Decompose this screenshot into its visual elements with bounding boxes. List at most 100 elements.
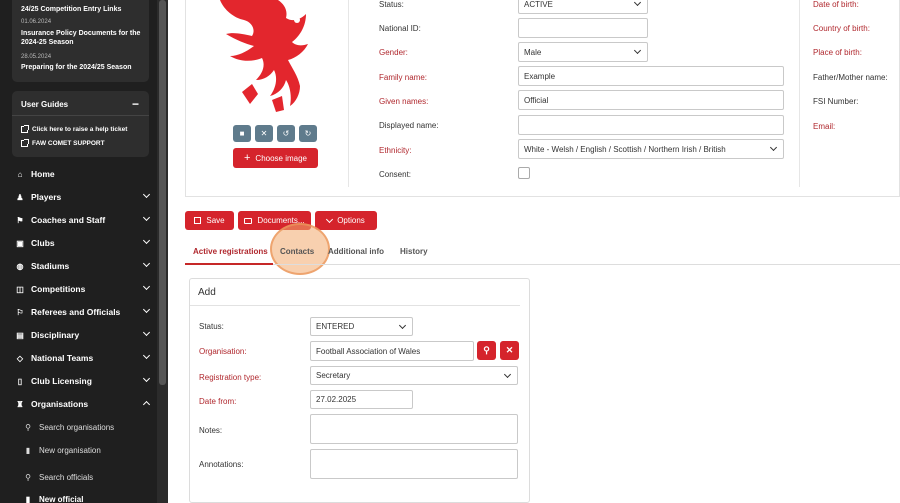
consent-label: Consent: bbox=[379, 170, 412, 179]
nav-label: Stadiums bbox=[31, 261, 70, 271]
notes-textarea[interactable] bbox=[310, 414, 518, 444]
column-divider bbox=[348, 0, 349, 187]
choose-image-button[interactable]: + Choose image bbox=[233, 148, 318, 168]
help-ticket-link[interactable]: Click here to raise a help ticket bbox=[21, 125, 128, 133]
gender-select[interactable]: Male bbox=[518, 42, 648, 62]
chevron-down-icon bbox=[142, 351, 151, 360]
chevron-down-icon bbox=[142, 282, 151, 291]
tab-history[interactable]: History bbox=[400, 247, 428, 256]
organisation-search-button[interactable]: ⚲ bbox=[477, 341, 496, 360]
nav-clubs[interactable]: ▣ Clubs bbox=[0, 233, 155, 253]
nav-referees-and-officials[interactable]: ⚐ Referees and Officials bbox=[0, 302, 155, 322]
disciplinary-icon: ▤ bbox=[16, 330, 24, 340]
nav-club-licensing[interactable]: ▯ Club Licensing bbox=[0, 371, 155, 391]
nav-stadiums[interactable]: ◍ Stadiums bbox=[0, 256, 155, 276]
news-panel: 24/25 Competition Entry Links 01.06.2024… bbox=[12, 0, 149, 82]
organisation-input[interactable]: Football Association of Wales bbox=[310, 341, 474, 361]
add-panel-title: Add bbox=[198, 287, 216, 298]
home-icon: ⌂ bbox=[17, 169, 23, 179]
registration-status-value: ENTERED bbox=[316, 322, 355, 331]
gender-value: Male bbox=[524, 47, 542, 57]
user-guides-panel: User Guides − Click here to raise a help… bbox=[12, 91, 149, 157]
options-label: Options bbox=[337, 216, 365, 225]
tab-additional-info[interactable]: Additional info bbox=[328, 247, 384, 256]
chevron-down-icon bbox=[142, 374, 151, 383]
ethnicity-value: White - Welsh / English / Scottish / Nor… bbox=[524, 144, 726, 154]
nav-disciplinary[interactable]: ▤ Disciplinary bbox=[0, 325, 155, 345]
status-value: ACTIVE bbox=[524, 0, 553, 9]
registration-type-select[interactable]: Secretary bbox=[310, 366, 518, 385]
chevron-down-icon bbox=[142, 259, 151, 268]
remove-image-button[interactable]: ✕ bbox=[255, 125, 273, 142]
nav-label: Players bbox=[31, 192, 62, 202]
nav-label: Search officials bbox=[39, 472, 94, 482]
nav-label: National Teams bbox=[31, 353, 94, 363]
given-names-input[interactable]: Official bbox=[518, 90, 784, 110]
redo-button[interactable]: ↻ bbox=[299, 125, 317, 142]
annotations-label: Annotations: bbox=[199, 460, 244, 469]
tab-contacts[interactable]: Contacts bbox=[280, 247, 314, 256]
sidebar-scrollbar[interactable] bbox=[157, 0, 168, 503]
undo-button[interactable]: ↺ bbox=[277, 125, 295, 142]
news-item-title[interactable]: Preparing for the 2024/25 Season bbox=[21, 63, 132, 72]
nav-players[interactable]: ♟ Players bbox=[0, 187, 155, 207]
sidebar: 24/25 Competition Entry Links 01.06.2024… bbox=[0, 0, 168, 503]
save-icon bbox=[194, 217, 202, 224]
active-tab-indicator bbox=[185, 263, 273, 265]
nav-national-teams[interactable]: ◇ National Teams bbox=[0, 348, 155, 368]
dragon-crest-logo bbox=[220, 0, 308, 112]
players-icon: ♟ bbox=[16, 192, 24, 202]
collapse-icon[interactable]: − bbox=[132, 97, 139, 111]
scrollbar-thumb[interactable] bbox=[159, 0, 166, 385]
registration-type-label: Registration type: bbox=[199, 373, 262, 382]
nav-competitions[interactable]: ◫ Competitions bbox=[0, 279, 155, 299]
options-button[interactable]: Options bbox=[315, 211, 377, 230]
referee-icon: ⚐ bbox=[16, 307, 24, 317]
nav-label: Organisations bbox=[31, 399, 89, 409]
news-item-title[interactable]: 24/25 Competition Entry Links bbox=[21, 5, 121, 14]
nav-new-official[interactable]: ▮ New official bbox=[0, 489, 155, 503]
date-from-input[interactable]: 27.02.2025 bbox=[310, 390, 413, 409]
family-name-label: Family name: bbox=[379, 73, 428, 82]
given-names-value: Official bbox=[524, 95, 549, 105]
nav-new-organisation[interactable]: ▮ New organisation bbox=[0, 440, 155, 460]
nav-search-organisations[interactable]: ⚲ Search organisations bbox=[0, 417, 155, 437]
new-document-icon: ▮ bbox=[25, 494, 31, 503]
nav-home[interactable]: ⌂ Home bbox=[0, 164, 155, 184]
displayed-name-input[interactable] bbox=[518, 115, 784, 135]
organisation-clear-button[interactable]: ✕ bbox=[500, 341, 519, 360]
undo-icon: ↺ bbox=[282, 129, 290, 138]
country-of-birth-label: Country of birth: bbox=[813, 24, 870, 33]
help-ticket-label: Click here to raise a help ticket bbox=[32, 126, 128, 133]
nav-organisations[interactable]: ♜ Organisations bbox=[0, 394, 155, 414]
news-item-title[interactable]: Insurance Policy Documents for the 2024-… bbox=[21, 29, 146, 47]
faw-support-link[interactable]: FAW COMET SUPPORT bbox=[21, 139, 105, 147]
family-name-input[interactable]: Example bbox=[518, 66, 784, 86]
camera-button[interactable]: ■ bbox=[233, 125, 251, 142]
nav-coaches-and-staff[interactable]: ⚑ Coaches and Staff bbox=[0, 210, 155, 230]
annotations-textarea[interactable] bbox=[310, 449, 518, 479]
clubs-icon: ▣ bbox=[16, 238, 24, 248]
notes-label: Notes: bbox=[199, 426, 223, 435]
national-id-input[interactable] bbox=[518, 18, 648, 38]
consent-checkbox[interactable] bbox=[518, 167, 530, 179]
status-select[interactable]: ACTIVE bbox=[518, 0, 648, 14]
nav-search-officials[interactable]: ⚲ Search officials bbox=[0, 467, 155, 487]
chevron-down-icon bbox=[326, 215, 334, 223]
nav-label: Disciplinary bbox=[31, 330, 80, 340]
date-from-label: Date from: bbox=[199, 397, 237, 406]
gender-label: Gender: bbox=[379, 48, 408, 57]
nav-label: Home bbox=[31, 169, 55, 179]
registration-status-select[interactable]: ENTERED bbox=[310, 317, 413, 336]
chevron-down-icon bbox=[142, 236, 151, 245]
user-guides-title: User Guides bbox=[21, 100, 69, 109]
save-button[interactable]: Save bbox=[185, 211, 234, 230]
nav-label: Referees and Officials bbox=[31, 307, 121, 317]
given-names-label: Given names: bbox=[379, 97, 429, 106]
ethnicity-select[interactable]: White - Welsh / English / Scottish / Nor… bbox=[518, 139, 784, 159]
place-of-birth-label: Place of birth: bbox=[813, 48, 862, 57]
chevron-down-icon bbox=[398, 321, 407, 330]
tab-active-registrations[interactable]: Active registrations bbox=[193, 247, 268, 256]
bookmark-icon: ▯ bbox=[17, 376, 23, 386]
chevron-down-icon bbox=[142, 305, 151, 314]
